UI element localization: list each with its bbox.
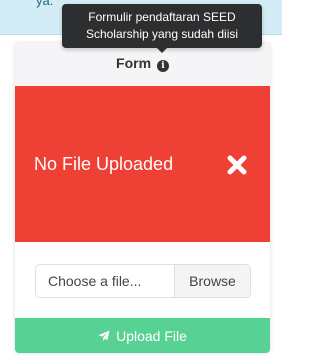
close-icon: [227, 155, 247, 175]
file-input[interactable]: [36, 265, 174, 297]
upload-status-text: No File Uploaded: [34, 154, 174, 174]
card-title-wrap: Form i: [15, 55, 270, 72]
browse-button[interactable]: Browse: [174, 265, 250, 297]
file-input-group[interactable]: Browse: [35, 264, 251, 298]
upload-status-panel: No File Uploaded: [15, 86, 270, 242]
paper-plane-icon: [98, 330, 110, 341]
info-circle-icon[interactable]: i: [156, 60, 169, 72]
tooltip-arrow: [157, 48, 167, 53]
form-card: Form i No File Uploaded Browse Upload Fi…: [15, 43, 270, 353]
tooltip: Formulir pendaftaran SEED Scholarship ya…: [62, 4, 262, 48]
upload-button-label: Upload File: [116, 327, 187, 344]
alert-text: ya.: [36, 0, 54, 8]
tooltip-text: Formulir pendaftaran SEED Scholarship ya…: [85, 10, 239, 41]
card-title: Form: [116, 55, 152, 71]
upload-file-button[interactable]: Upload File: [15, 318, 270, 353]
